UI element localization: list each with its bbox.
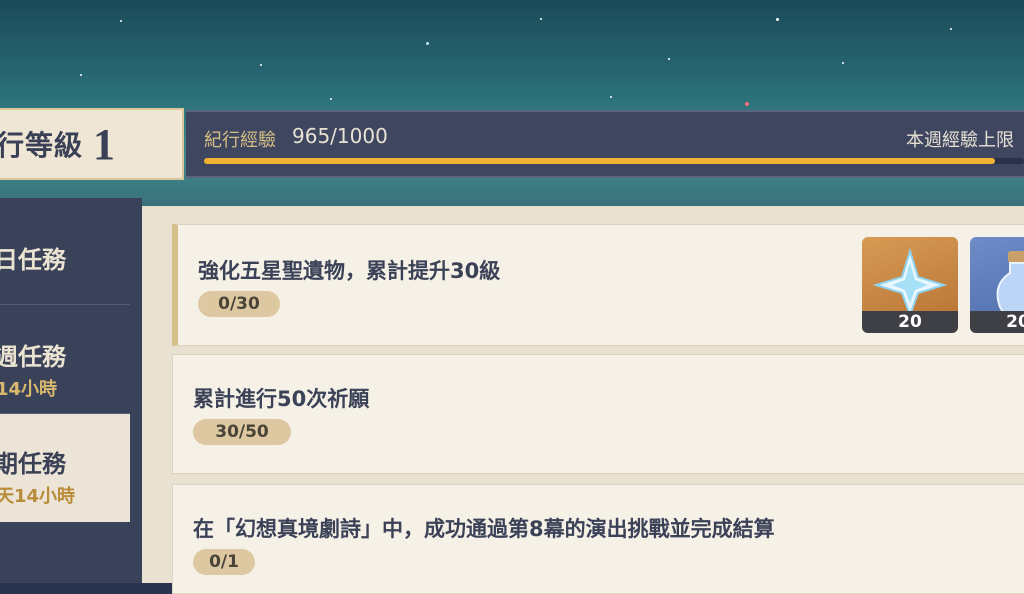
- sidebar-item-label: 日任務: [0, 246, 66, 274]
- reward-item[interactable]: 20: [970, 237, 1024, 333]
- sidebar-item-timer: 14小時: [0, 379, 58, 400]
- mission-card[interactable]: 強化五星聖遺物，累計提升30級 0/30 20 20: [172, 224, 1024, 346]
- sidebar-item-label: 期任務: [0, 450, 66, 478]
- level-value: 1: [93, 119, 116, 169]
- mission-progress: 0/30: [198, 291, 280, 317]
- level-label: 行等級: [0, 129, 84, 162]
- mission-progress: 0/1: [193, 549, 255, 575]
- mission-list: 強化五星聖遺物，累計提升30級 0/30 20 20 累計進行50次祈願 30/…: [142, 206, 1024, 594]
- reward-quantity: 20: [862, 311, 958, 333]
- reward-quantity: 20: [970, 311, 1024, 333]
- sidebar-item-period[interactable]: 期任務 天14小時: [0, 414, 130, 522]
- mission-title: 強化五星聖遺物，累計提升30級: [198, 259, 501, 283]
- sidebar-item-weekly[interactable]: 週任務 14小時: [0, 305, 130, 413]
- weekly-limit-label: 本週經驗上限: [906, 130, 1014, 151]
- mission-category-sidebar: 日任務 週任務 14小時 期任務 天14小時: [0, 198, 142, 583]
- mission-card[interactable]: 在「幻想真境劇詩」中，成功通過第8幕的演出挑戰並完成結算 0/1: [172, 484, 1024, 594]
- mission-title: 在「幻想真境劇詩」中，成功通過第8幕的演出挑戰並完成結算: [193, 517, 775, 541]
- exp-progress-fill: [204, 158, 996, 164]
- mission-progress: 30/50: [193, 419, 291, 445]
- exp-value: 965/1000: [292, 124, 388, 148]
- reward-item[interactable]: 20: [862, 237, 958, 333]
- battle-pass-level-box: 行等級 1: [0, 108, 184, 180]
- exp-panel: 紀行經驗 965/1000 本週經驗上限: [186, 110, 1024, 178]
- sidebar-item-label: 週任務: [0, 343, 66, 371]
- sidebar-item-daily[interactable]: 日任務: [0, 198, 130, 304]
- sidebar-item-timer: 天14小時: [0, 486, 76, 507]
- exp-progress-track: [204, 158, 1024, 164]
- exp-label: 紀行經驗: [204, 130, 276, 151]
- mission-card[interactable]: 累計進行50次祈願 30/50: [172, 354, 1024, 474]
- mission-title: 累計進行50次祈願: [193, 387, 370, 411]
